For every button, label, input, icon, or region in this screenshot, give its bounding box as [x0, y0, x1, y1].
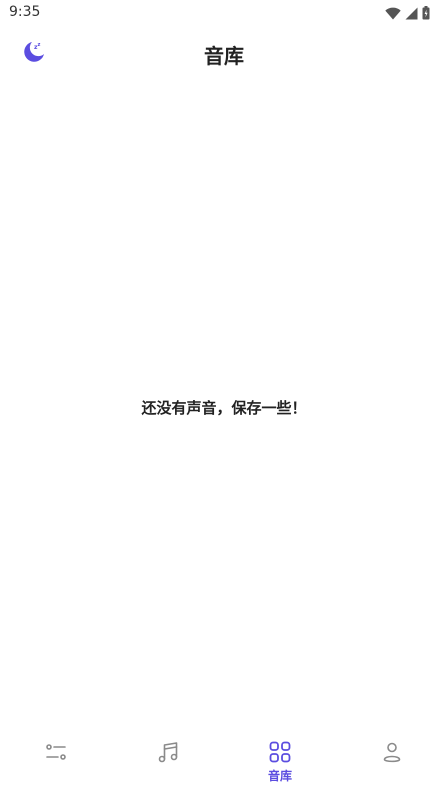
profile-icon: [380, 740, 404, 764]
nav-label-library: 音库: [267, 769, 292, 783]
bottom-nav: 音库: [0, 732, 448, 796]
status-bar: 9:35: [0, 0, 448, 26]
empty-state-message: 还没有声音，保存一些！: [141, 399, 307, 417]
battery-icon: [422, 5, 430, 24]
app-screen: 9:35 z z z 音库 还没有声音，保存一些！ 音库: [0, 0, 448, 796]
nav-item-music[interactable]: [112, 732, 224, 796]
music-note-icon: [156, 740, 180, 764]
wifi-icon: [385, 5, 401, 24]
nav-item-profile[interactable]: [336, 732, 448, 796]
header: z z z 音库: [0, 30, 448, 76]
page-title: 音库: [204, 44, 244, 68]
signal-icon: [405, 5, 418, 24]
nav-item-mixer[interactable]: [0, 732, 112, 796]
sliders-icon: [44, 740, 68, 764]
nav-item-library[interactable]: 音库: [224, 732, 336, 796]
status-time: 9:35: [9, 4, 41, 20]
grid-icon: [268, 740, 292, 764]
status-icons: [385, 5, 430, 24]
